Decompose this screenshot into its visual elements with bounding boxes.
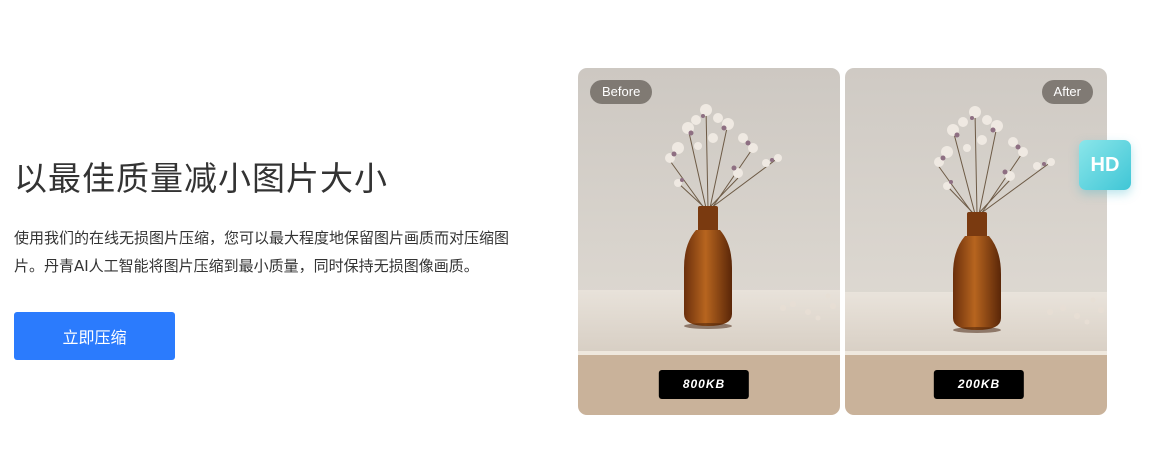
page-title: 以最佳质量减小图片大小 — [14, 159, 388, 198]
before-size-badge: 800KB — [658, 370, 750, 399]
before-after-comparison: Before 800KB After 200KB — [578, 68, 1108, 415]
before-image: Before 800KB — [578, 68, 840, 415]
after-size-badge: 200KB — [933, 370, 1025, 399]
after-image: After 200KB — [845, 68, 1107, 415]
hd-badge-icon: HD — [1079, 140, 1131, 190]
before-label: Before — [590, 80, 653, 104]
after-label: After — [1041, 80, 1093, 104]
compress-now-button[interactable]: 立即压缩 — [14, 312, 175, 360]
hero-description: 使用我们的在线无损图片压缩，您可以最大程度地保留图片画质而对压缩图片。丹青AI人… — [14, 229, 510, 275]
